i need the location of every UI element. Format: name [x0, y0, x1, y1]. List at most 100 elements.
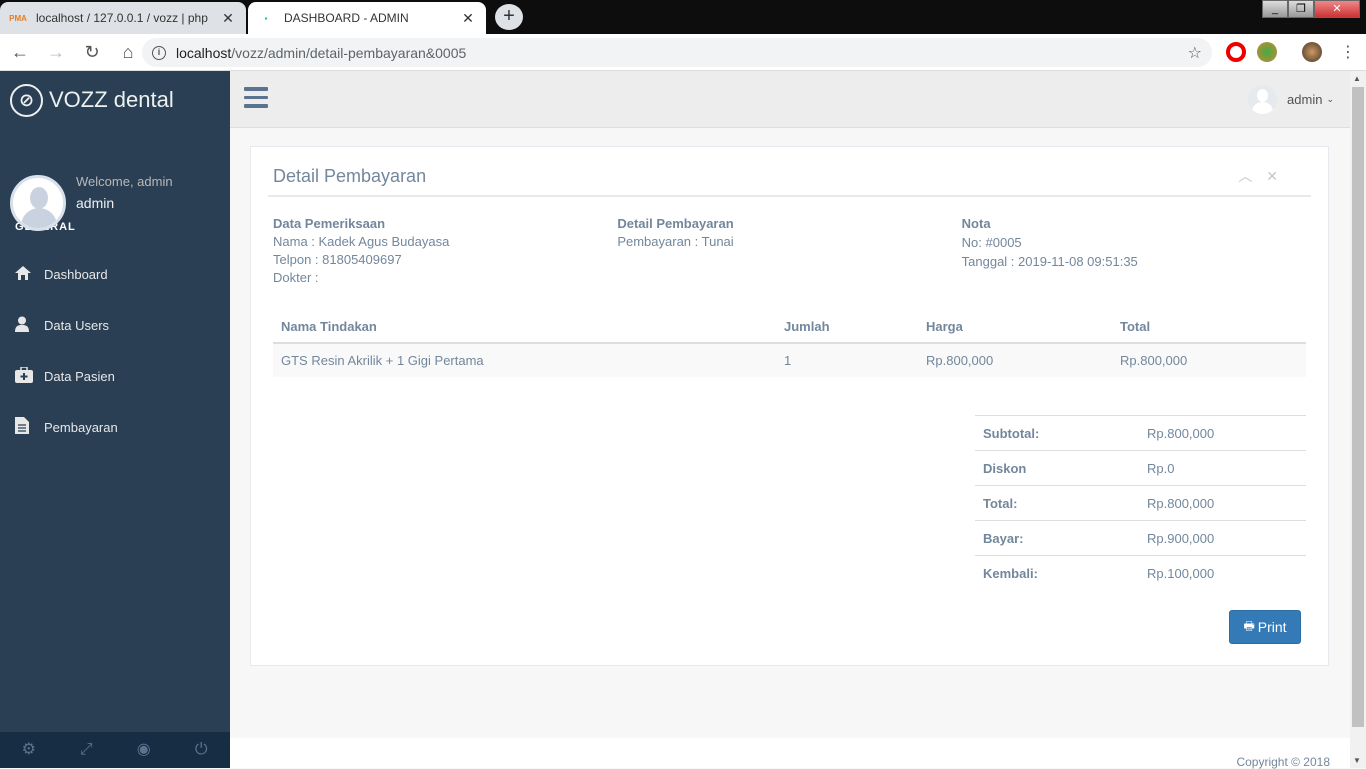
- new-tab-button[interactable]: +: [495, 4, 523, 30]
- table-row: GTS Resin Akrilik + 1 Gigi Pertama 1 Rp.…: [273, 343, 1306, 377]
- globe-extension-icon[interactable]: [1257, 42, 1277, 62]
- payment-summary: Subtotal: Rp.800,000 Diskon Rp.0 Total: …: [975, 415, 1306, 591]
- scroll-up-icon[interactable]: ▲: [1353, 74, 1361, 83]
- info-columns: Data Pemeriksaan Nama : Kadek Agus Buday…: [268, 197, 1311, 287]
- scrollbar-thumb[interactable]: [1352, 87, 1364, 727]
- summary-label: Diskon: [975, 450, 1139, 486]
- info-icon[interactable]: i: [152, 45, 166, 60]
- sidebar-item-pembayaran[interactable]: Pembayaran: [0, 402, 230, 453]
- url-path: /vozz/admin/detail-pembayaran&0005: [231, 44, 467, 61]
- summary-label: Bayar:: [975, 520, 1139, 556]
- browser-menu-icon[interactable]: ⋮: [1340, 42, 1356, 62]
- sidebar-item-label: Data Users: [44, 318, 110, 333]
- payment-detail-panel: Detail Pembayaran ︿ ✕ Data Pemeriksaan N…: [250, 146, 1329, 666]
- footer: Copyright © 2018: [230, 738, 1350, 769]
- home-icon: [15, 265, 44, 284]
- brand[interactable]: ⊘ VOZZ dental: [0, 71, 230, 129]
- home-icon[interactable]: ⌂: [112, 42, 144, 63]
- close-tab-icon[interactable]: ✕: [460, 10, 476, 27]
- url-input[interactable]: i localhost/vozz/admin/detail-pembayaran…: [142, 38, 1212, 67]
- menu-toggle-icon[interactable]: [244, 87, 268, 113]
- invoice-info: Nota No: #0005 Tanggal : 2019-11-08 09:5…: [962, 215, 1306, 287]
- invoice-heading: Nota: [961, 216, 991, 231]
- maximize-icon[interactable]: ❐: [1288, 0, 1314, 18]
- copyright: Copyright © 2018: [1236, 755, 1330, 769]
- print-button[interactable]: 🖶 Print: [1229, 610, 1301, 644]
- examination-info: Data Pemeriksaan Nama : Kadek Agus Buday…: [273, 215, 617, 287]
- main-content: Detail Pembayaran ︿ ✕ Data Pemeriksaan N…: [230, 128, 1350, 741]
- phpmyadmin-icon: PMA: [9, 13, 27, 23]
- invoice-date: Tanggal : 2019-11-08 09:51:35: [961, 254, 1138, 269]
- reload-icon[interactable]: ↻: [76, 42, 108, 63]
- summary-row: Kembali: Rp.100,000: [975, 555, 1306, 591]
- close-tab-icon[interactable]: ✕: [220, 10, 236, 27]
- sidebar-item-label: Dashboard: [44, 267, 108, 282]
- fullscreen-icon[interactable]: ⤢: [58, 732, 116, 768]
- minimize-icon[interactable]: _: [1262, 0, 1288, 18]
- medkit-icon: [15, 365, 44, 387]
- url-host: localhost: [176, 44, 232, 61]
- top-navigation: admin ⌄: [230, 71, 1350, 128]
- close-icon[interactable]: ✕: [1266, 168, 1278, 184]
- page-scrollbar[interactable]: ▲ ▼: [1350, 71, 1366, 768]
- user-dropdown-label: admin: [1287, 92, 1323, 107]
- treatment-table: Nama Tindakan Jumlah Harga Total GTS Res…: [273, 311, 1306, 377]
- summary-row: Bayar: Rp.900,000: [975, 520, 1306, 556]
- sidebar-item-data-users[interactable]: Data Users: [0, 300, 230, 351]
- summary-label: Total:: [975, 485, 1139, 521]
- column-header: Total: [1112, 311, 1306, 344]
- summary-value: Rp.100,000: [1139, 555, 1306, 591]
- back-icon[interactable]: ←: [4, 42, 36, 63]
- forward-icon[interactable]: →: [40, 42, 72, 63]
- table-cell: GTS Resin Akrilik + 1 Gigi Pertama: [273, 343, 776, 377]
- invoice-number: No: #0005: [961, 235, 1022, 250]
- collapse-icon[interactable]: ︿: [1238, 168, 1252, 184]
- vozz-favicon: ▪: [264, 13, 268, 23]
- browser-tab-phpmyadmin[interactable]: PMA localhost / 127.0.0.1 / vozz | php ✕: [0, 2, 246, 34]
- window-controls: _ ❐ ✕: [1262, 0, 1360, 18]
- profile-avatar-icon[interactable]: [1302, 42, 1322, 62]
- app: ⊘ VOZZ dental Welcome, admin admin GENER…: [0, 71, 1350, 769]
- window-close-icon[interactable]: ✕: [1314, 0, 1360, 18]
- sidebar: ⊘ VOZZ dental Welcome, admin admin GENER…: [0, 71, 230, 768]
- opera-extension-icon[interactable]: [1226, 42, 1246, 62]
- page-title: Detail Pembayaran: [273, 165, 427, 186]
- payment-method: Pembayaran : Tunai: [617, 234, 734, 249]
- patient-phone: Telpon : 81805409697: [273, 252, 402, 267]
- tab-title: localhost / 127.0.0.1 / vozz | php: [36, 11, 208, 25]
- gear-icon[interactable]: ⚙: [0, 732, 58, 768]
- power-icon[interactable]: ⏻: [173, 732, 231, 768]
- patient-name: Nama : Kadek Agus Budayasa: [273, 234, 450, 249]
- profile-username: admin: [76, 194, 115, 211]
- bookmark-star-icon[interactable]: ☆: [1188, 43, 1202, 63]
- brand-name: VOZZ dental: [49, 87, 174, 112]
- avatar: [10, 175, 66, 231]
- table-cell: Rp.800,000: [918, 343, 1112, 377]
- tab-title: DASHBOARD - ADMIN: [284, 11, 409, 25]
- summary-row: Subtotal: Rp.800,000: [975, 415, 1306, 451]
- sidebar-menu: Dashboard Data Users Data Pasien Pembaya…: [0, 249, 230, 453]
- user-dropdown[interactable]: admin ⌄: [1248, 85, 1334, 114]
- sidebar-item-data-pasien[interactable]: Data Pasien: [0, 351, 230, 402]
- summary-label: Subtotal:: [975, 415, 1139, 451]
- chevron-down-icon: ⌄: [1326, 94, 1334, 104]
- print-icon: 🖶: [1243, 618, 1255, 633]
- browser-tab-dashboard[interactable]: ▪ DASHBOARD - ADMIN ✕: [248, 2, 486, 34]
- panel-header: Detail Pembayaran ︿ ✕: [268, 157, 1311, 197]
- brand-logo-icon: ⊘: [10, 83, 43, 117]
- scroll-down-icon[interactable]: ▼: [1353, 756, 1361, 765]
- column-header: Nama Tindakan: [273, 311, 776, 344]
- doctor: Dokter :: [273, 270, 319, 285]
- summary-value: Rp.800,000: [1139, 485, 1306, 521]
- file-icon: [15, 417, 44, 438]
- summary-label: Kembali:: [975, 555, 1139, 591]
- print-label: Print: [1257, 619, 1287, 635]
- table-cell: Rp.800,000: [1112, 343, 1306, 377]
- avatar: [1248, 85, 1278, 114]
- eye-slash-icon[interactable]: ◉: [115, 732, 173, 768]
- browser-tab-bar: PMA localhost / 127.0.0.1 / vozz | php ✕…: [0, 0, 1366, 34]
- sidebar-item-dashboard[interactable]: Dashboard: [0, 249, 230, 300]
- examination-heading: Data Pemeriksaan: [273, 216, 386, 231]
- profile: Welcome, admin admin: [0, 129, 230, 259]
- sidebar-item-label: Pembayaran: [44, 420, 118, 435]
